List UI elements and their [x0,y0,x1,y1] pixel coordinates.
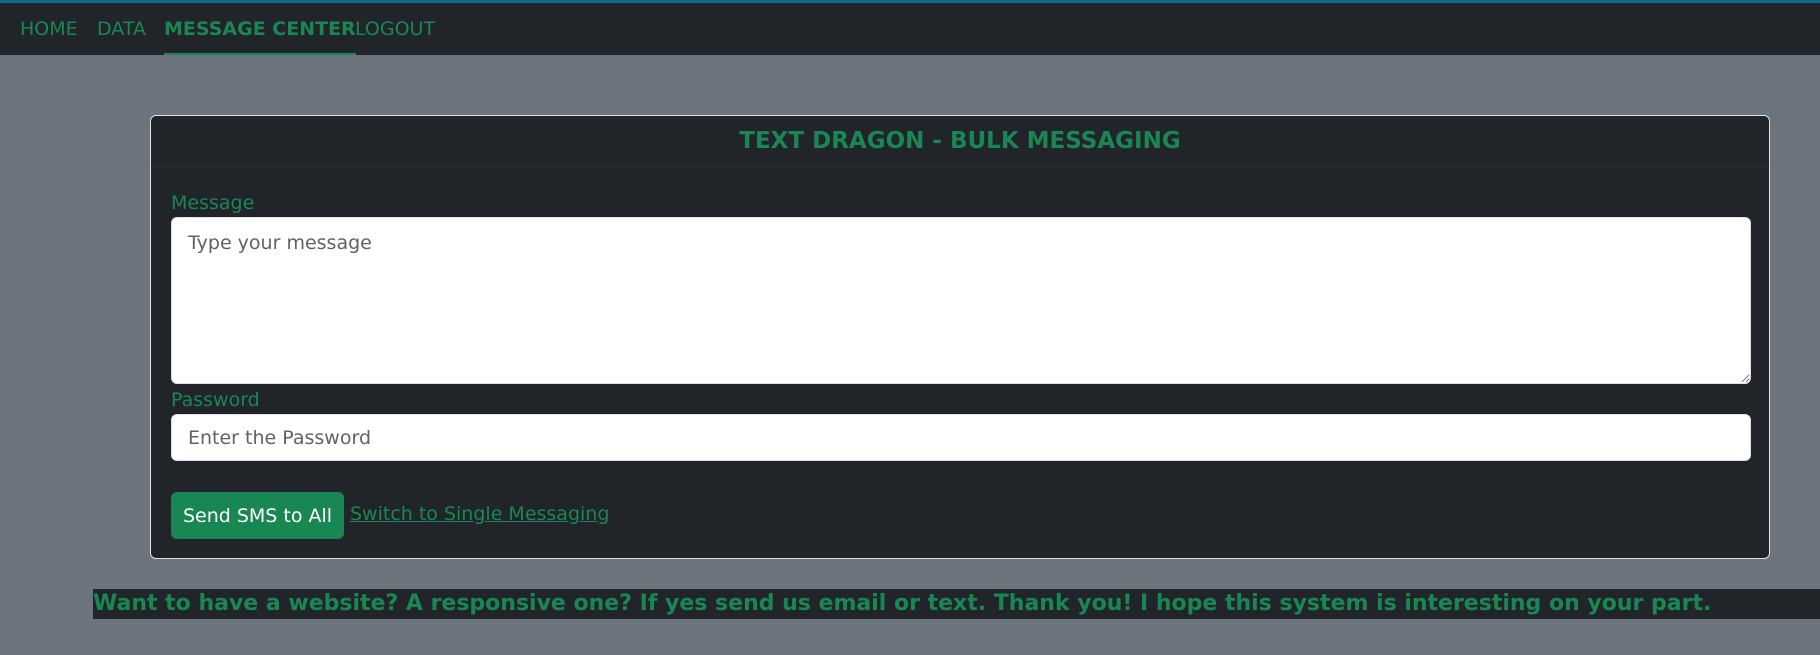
top-navbar: HOME DATA MESSAGE CENTER LOGOUT [0,0,1820,55]
promo-banner: Want to have a website? A responsive one… [93,589,1820,619]
switch-to-single-messaging-link[interactable]: Switch to Single Messaging [350,502,609,526]
password-input[interactable] [171,414,1751,461]
nav-message-center[interactable]: MESSAGE CENTER [164,3,356,55]
send-sms-to-all-button[interactable]: Send SMS to All [171,492,344,539]
card-title: TEXT DRAGON - BULK MESSAGING [151,116,1769,167]
nav-logout[interactable]: LOGOUT [355,3,435,55]
message-textarea[interactable] [171,217,1751,384]
password-label: Password [171,389,260,411]
nav-home[interactable]: HOME [20,3,78,55]
bulk-messaging-card: TEXT DRAGON - BULK MESSAGING Message Pas… [150,115,1770,559]
message-label: Message [171,192,255,214]
nav-data[interactable]: DATA [97,3,146,55]
